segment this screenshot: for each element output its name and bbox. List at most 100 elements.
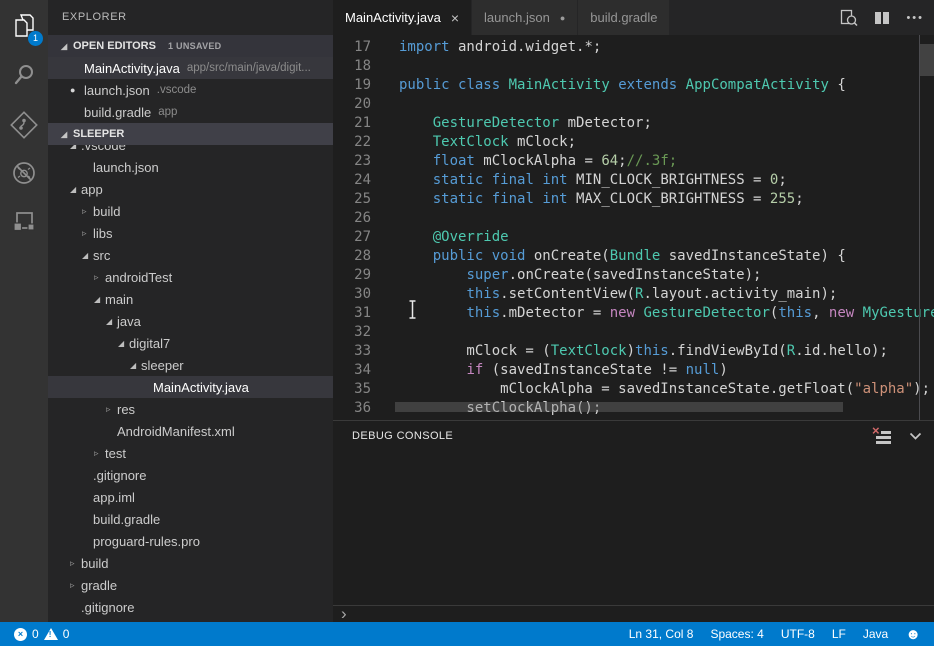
tree-item-label: .gitignore (93, 468, 146, 483)
editor-actions: ••• (840, 0, 934, 35)
sidebar-title: EXPLORER (48, 0, 333, 35)
horizontal-scrollbar[interactable] (395, 402, 843, 412)
line-number: 28 (333, 247, 395, 266)
tab-MainActivity.java[interactable]: MainActivity.java× (333, 0, 472, 35)
code-line-21: 21 GestureDetector mDetector; (333, 114, 934, 133)
open-editor-item[interactable]: MainActivity.javaapp/src/main/java/digit… (48, 57, 333, 79)
mouse-cursor-ibeam (406, 299, 419, 320)
tree-file-MainActivity.java[interactable]: MainActivity.java (48, 376, 333, 398)
twisty-expanded-icon: ◢ (61, 130, 73, 139)
line-number: 18 (333, 57, 395, 76)
line-number: 33 (333, 342, 395, 361)
code-editor[interactable]: 17import android.widget.*;1819public cla… (333, 35, 934, 420)
code-line-24: 24 static final int MIN_CLOCK_BRIGHTNESS… (333, 171, 934, 190)
open-editors-header[interactable]: ◢ OPEN EDITORS 1 UNSAVED (48, 35, 333, 57)
tree-item-label: .gitignore (81, 600, 134, 615)
tree-folder-app[interactable]: ◢app (48, 178, 333, 200)
feedback-smiley-icon[interactable]: ☻ (905, 627, 921, 642)
tab-label: launch.json (484, 10, 550, 25)
tree-file-launch.json[interactable]: launch.json (48, 156, 333, 178)
tree-folder-sleeper[interactable]: ◢sleeper (48, 354, 333, 376)
open-editor-item[interactable]: ●launch.json.vscode (48, 79, 333, 101)
twisty-expanded-icon: ◢ (118, 339, 129, 348)
open-editor-description: app (158, 106, 177, 118)
tree-file-proguard-rules.pro[interactable]: proguard-rules.pro (48, 530, 333, 552)
code-line-22: 22 TextClock mClock; (333, 133, 934, 152)
close-icon[interactable]: × (451, 10, 459, 26)
source-control-icon[interactable] (0, 101, 48, 149)
code-text: import android.widget.*; (395, 38, 601, 57)
tree-folder-test[interactable]: ▹test (48, 442, 333, 464)
code-text: public void onCreate(Bundle savedInstanc… (395, 247, 846, 266)
line-number: 31 (333, 304, 395, 323)
tree-item-label: .vscode (81, 145, 126, 153)
tree-folder-.vscode[interactable]: ◢.vscode (48, 145, 333, 156)
code-line-28: 28 public void onCreate(Bundle savedInst… (333, 247, 934, 266)
warning-triangle-icon: ! (44, 628, 58, 641)
code-text: this.mDetector = new GestureDetector(thi… (395, 304, 934, 323)
twisty-expanded-icon: ◢ (94, 295, 105, 304)
tree-folder-gradle[interactable]: ▹gradle (48, 574, 333, 596)
panel-title: DEBUG CONSOLE (352, 430, 856, 442)
folder-section-header[interactable]: ◢ SLEEPER (48, 123, 333, 145)
vertical-scrollbar[interactable] (920, 44, 934, 76)
twisty-collapsed-icon: ▹ (94, 448, 105, 459)
tree-folder-libs[interactable]: ▹libs (48, 222, 333, 244)
extensions-icon[interactable] (0, 198, 48, 246)
tree-file-.gitignore[interactable]: .gitignore (48, 596, 333, 618)
twisty-expanded-icon: ◢ (70, 145, 81, 150)
clear-console-icon[interactable]: × (874, 428, 891, 444)
twisty-collapsed-icon: ▹ (82, 228, 93, 239)
line-number: 36 (333, 399, 395, 418)
status-item[interactable]: LF (832, 627, 846, 641)
tabs: MainActivity.java× launch.json ● build.grad… (333, 0, 840, 35)
twisty-expanded-icon: ◢ (106, 317, 117, 326)
code-text: if (savedInstanceState != null) (395, 361, 728, 380)
tree-folder-androidTest[interactable]: ▹androidTest (48, 266, 333, 288)
code-text: @Override (395, 228, 509, 247)
code-text: super.onCreate(savedInstanceState); (395, 266, 761, 285)
status-right: Ln 31, Col 8 Spaces: 4 UTF-8 LF Java ☻ (629, 627, 934, 642)
line-number: 29 (333, 266, 395, 285)
code-text: float mClockAlpha = 64;//.3f; (395, 152, 677, 171)
code-line-31: 31 this.mDetector = new GestureDetector(… (333, 304, 934, 323)
more-actions-icon[interactable]: ••• (906, 12, 924, 24)
tab-build.gradle[interactable]: build.gradle (578, 0, 670, 35)
search-icon[interactable] (0, 51, 48, 99)
dirty-dot-icon[interactable]: ● (560, 13, 565, 23)
tree-file-.gitignore[interactable]: .gitignore (48, 464, 333, 486)
tree-folder-res[interactable]: ▹res (48, 398, 333, 420)
debug-console-input[interactable]: › (333, 605, 934, 622)
tree-folder-digital7[interactable]: ◢digital7 (48, 332, 333, 354)
status-item[interactable]: Java (863, 627, 888, 641)
tree-folder-java[interactable]: ◢java (48, 310, 333, 332)
tree-folder-src[interactable]: ◢src (48, 244, 333, 266)
status-item[interactable]: UTF-8 (781, 627, 815, 641)
twisty-collapsed-icon: ▹ (82, 206, 93, 217)
file-tree: ◢.vscodelaunch.json◢app▹build▹libs◢src▹a… (48, 145, 333, 622)
tree-folder-build[interactable]: ▹build (48, 552, 333, 574)
tree-file-AndroidManifest.xml[interactable]: AndroidManifest.xml (48, 420, 333, 442)
tree-file-app.iml[interactable]: app.iml (48, 486, 333, 508)
open-editors-list: MainActivity.javaapp/src/main/java/digit… (48, 57, 333, 123)
tab-launch.json[interactable]: launch.json ● (472, 0, 578, 35)
tree-file-build.gradle[interactable]: build.gradle (48, 508, 333, 530)
open-editor-item[interactable]: build.gradle app (48, 101, 333, 123)
split-editor-icon[interactable] (874, 11, 890, 25)
tree-folder-main[interactable]: ◢main (48, 288, 333, 310)
status-item[interactable]: Spaces: 4 (710, 627, 763, 641)
code-line-23: 23 float mClockAlpha = 64;//.3f; (333, 152, 934, 171)
line-number: 35 (333, 380, 395, 399)
code-text: this.setContentView(R.layout.activity_ma… (395, 285, 837, 304)
explorer-icon[interactable]: 1 (0, 2, 48, 50)
status-item[interactable]: Ln 31, Col 8 (629, 627, 694, 641)
debug-icon[interactable] (0, 149, 48, 197)
open-editor-filename: build.gradle (84, 105, 151, 120)
tree-folder-build[interactable]: ▹build (48, 200, 333, 222)
problems-status[interactable]: × 0 ! 0 (0, 627, 629, 641)
twisty-expanded-icon: ◢ (130, 361, 141, 370)
open-editor-filename: MainActivity.java (84, 61, 180, 76)
code-line-20: 20 (333, 95, 934, 114)
open-preview-icon[interactable] (840, 9, 858, 27)
chevron-down-icon[interactable] (909, 432, 922, 441)
